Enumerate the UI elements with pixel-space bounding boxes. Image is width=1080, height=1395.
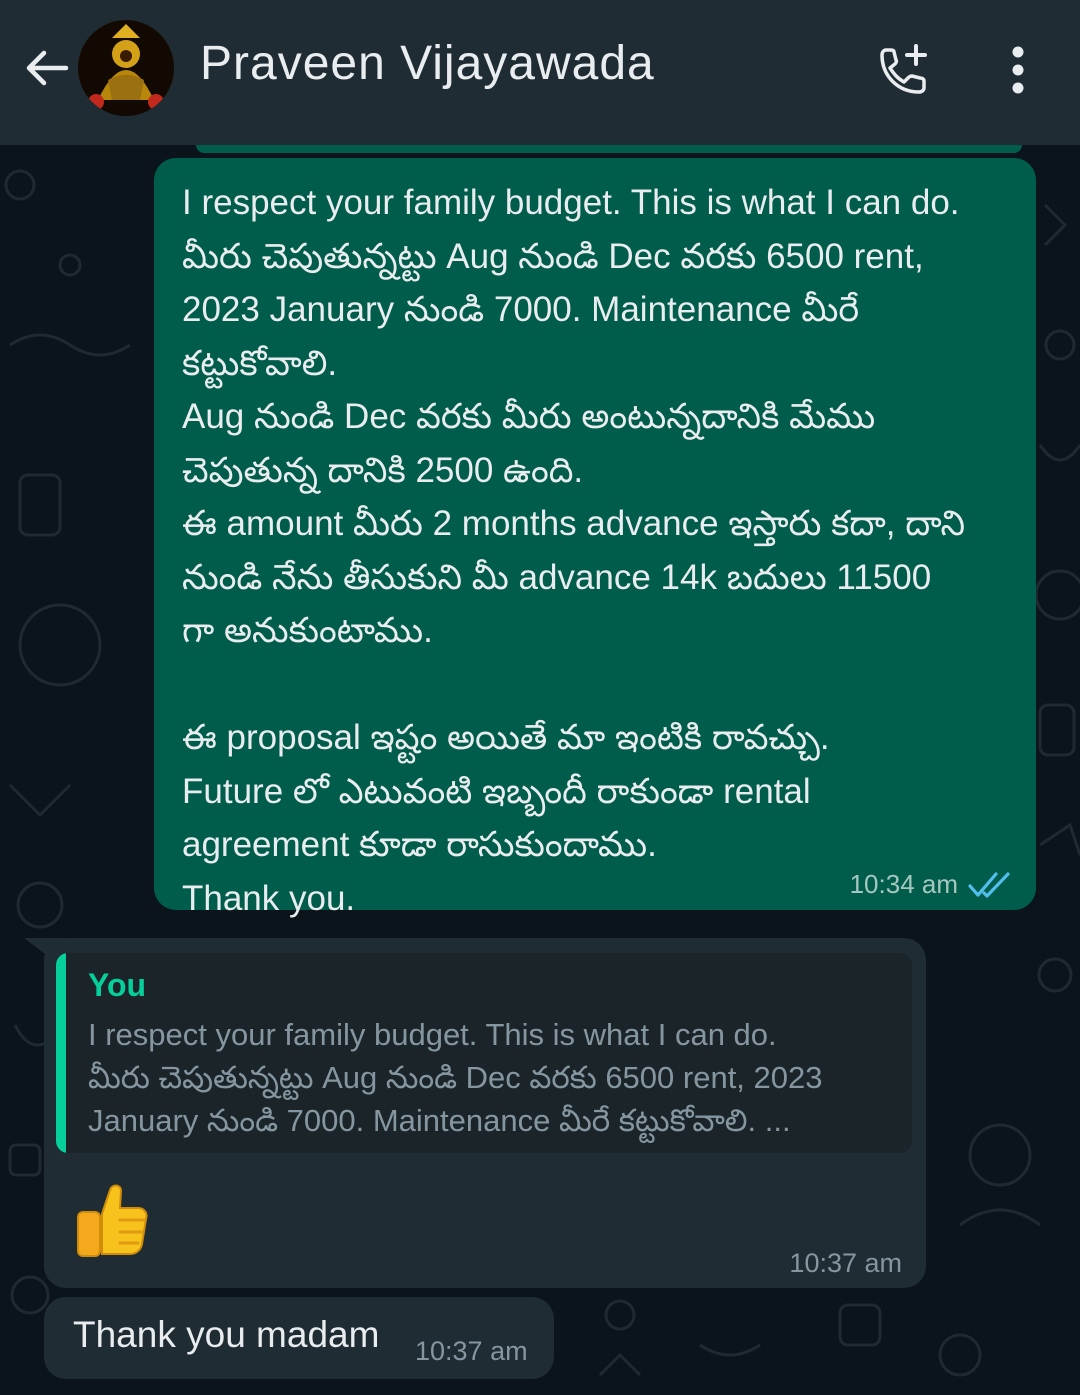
more-vertical-icon [1012,46,1024,94]
message-line: agreement కూడా రాసుకుందాము. [182,825,657,864]
chat-header: Praveen Vijayawada [0,0,1080,145]
quoted-text: I respect your family budget. This is wh… [88,1013,892,1142]
message-line: I respect your family budget. This is wh… [182,183,960,222]
message-line: 2023 January నుండి 7000. Maintenance మీర… [182,290,860,329]
avatar-deity-image [78,20,174,116]
message-time: 10:34 am [849,869,958,899]
message-line: మీరు చెపుతున్నట్టు Aug నుండి Dec వరకు 65… [182,236,924,276]
more-options-button[interactable] [994,38,1042,102]
message-line: Future లో ఎటువంటి ఇబ్బందీ రాకుండా rental [182,771,811,811]
quoted-author: You [88,967,147,1003]
message-line [182,658,1008,712]
quoted-line: మీరు చెపుతున్నట్టు Aug నుండి Dec వరకు 65… [88,1060,823,1095]
outgoing-message-text: I respect your family budget. This is wh… [182,176,1008,925]
contact-name[interactable]: Praveen Vijayawada [200,36,655,91]
message-text: Thank you madam [73,1314,380,1355]
quoted-message[interactable]: You I respect your family budget. This i… [56,953,912,1153]
message-line: నుండి నేను తీసుకుని మీ advance 14k బదులు… [182,557,932,597]
message-line: ఈ amount మీరు 2 months advance ఇస్తారు క… [182,504,966,543]
previous-message-edge [196,145,1022,153]
arrow-left-icon [26,50,69,86]
message-line: ఈ proposal ఇష్టం అయితే మా ఇంటికి రావచ్చు… [182,718,830,757]
back-button[interactable] [18,40,74,96]
outgoing-message-bubble[interactable]: I respect your family budget. This is wh… [154,158,1036,918]
message-meta: 10:34 am [850,869,1012,900]
quote-accent-bar [56,953,66,1153]
reply-time: 10:37 am [789,1248,902,1278]
avatar[interactable] [78,20,174,116]
message-line: కట్టుకోవాలి. [182,343,338,383]
double-check-read-icon [968,871,1010,898]
message-time: 10:37 am [415,1336,528,1366]
message-line: చెపుతున్న దానికి 2500 ఉంది. [182,450,584,490]
thumbs-up-emoji [77,1184,148,1257]
quoted-line: I respect your family budget. This is wh… [88,1017,777,1052]
message-line: Aug నుండి Dec వరకు మీరు అంటున్నదానికి మే… [182,397,876,436]
add-call-icon [880,44,927,94]
quoted-line: January నుండి 7000. Maintenance మీరే కట్… [88,1103,791,1138]
message-line: గా అనుకుంటాము. [182,611,433,650]
add-call-button[interactable] [872,38,936,102]
